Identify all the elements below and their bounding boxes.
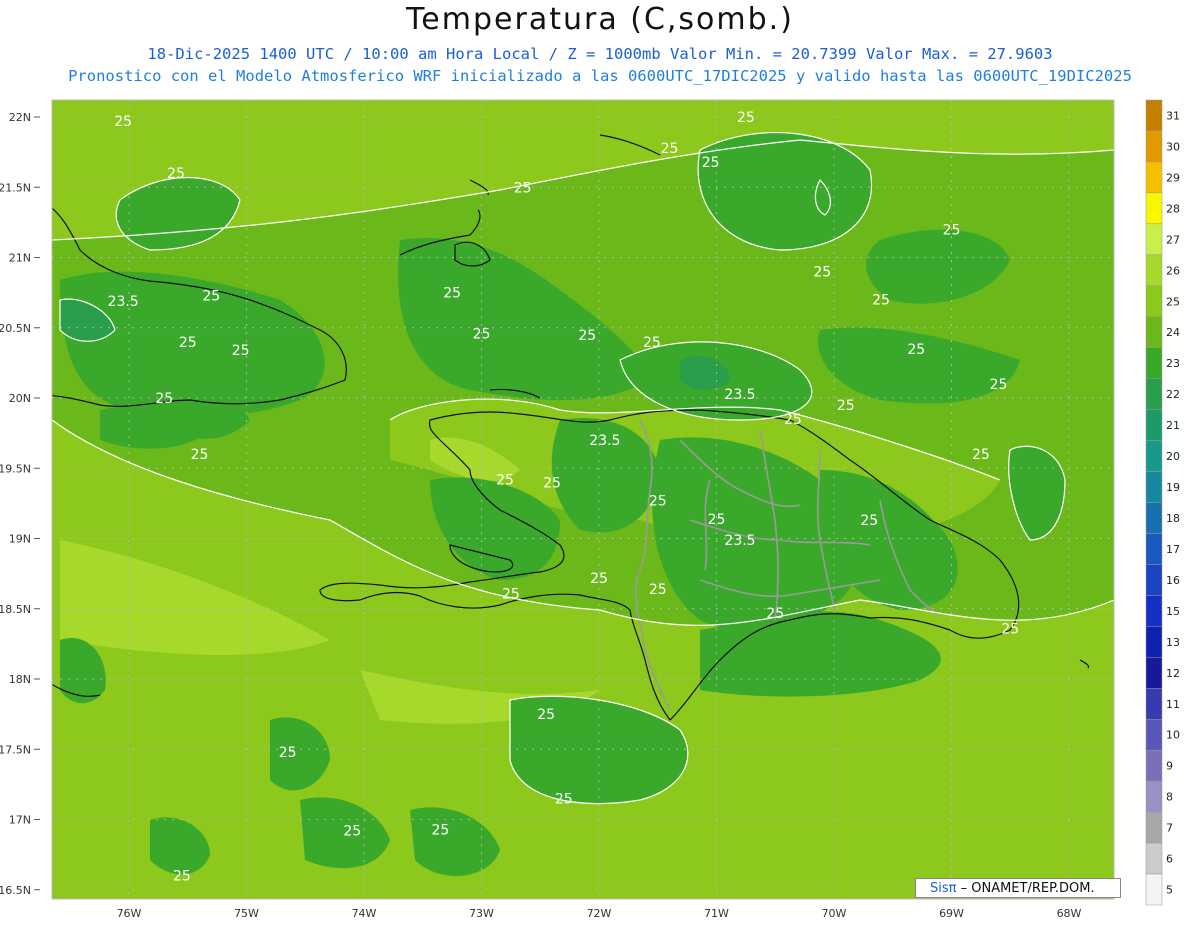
color-swatch	[1145, 192, 1163, 225]
color-scale-label: 18	[1166, 512, 1180, 525]
temperature-color-scale: 31 30 29 28 27 26 25 24 23 22 21 20 19 18 17 16 15 13 12 11…	[1145, 99, 1180, 906]
color-scale-label: 10	[1166, 729, 1180, 742]
color-scale-label: 9	[1166, 760, 1173, 773]
color-scale-label: 31	[1166, 109, 1180, 122]
color-scale-label: 13	[1166, 636, 1180, 649]
color-swatch	[1145, 564, 1163, 596]
color-swatch	[1145, 223, 1163, 256]
color-scale-label: 8	[1166, 791, 1173, 804]
color-swatch	[1145, 347, 1163, 379]
color-scale-label: 16	[1166, 574, 1180, 587]
sispi-logo: Sisπ	[930, 881, 957, 896]
color-scale-label: 11	[1166, 698, 1180, 711]
color-swatch	[1145, 99, 1163, 132]
color-scale-label: 5	[1166, 884, 1173, 897]
color-swatch	[1145, 873, 1163, 906]
color-scale-label: 22	[1166, 388, 1180, 401]
color-swatch	[1145, 130, 1163, 163]
color-scale-label: 24	[1166, 326, 1180, 339]
color-swatch	[1145, 316, 1163, 348]
color-swatch	[1145, 718, 1163, 751]
color-scale-label: 17	[1166, 543, 1180, 556]
color-scale-label: 12	[1166, 667, 1180, 680]
onamet-label: – ONAMET/REP.DOM.	[960, 881, 1095, 896]
color-swatch	[1145, 254, 1163, 287]
color-swatch	[1145, 440, 1163, 472]
color-scale-label: 15	[1166, 605, 1180, 618]
color-scale-label: 6	[1166, 853, 1173, 866]
color-swatch	[1145, 595, 1163, 627]
color-swatch	[1145, 285, 1163, 317]
color-scale-label: 21	[1166, 419, 1180, 432]
color-swatch	[1145, 502, 1163, 534]
color-swatch	[1145, 378, 1163, 410]
color-swatch	[1145, 409, 1163, 441]
color-scale-label: 25	[1166, 295, 1180, 308]
color-scale-label: 23	[1166, 357, 1180, 370]
color-swatch	[1145, 688, 1163, 720]
color-swatch	[1145, 626, 1163, 658]
color-swatch	[1145, 780, 1163, 813]
color-swatch	[1145, 471, 1163, 503]
color-swatch	[1145, 533, 1163, 565]
color-swatch	[1145, 811, 1163, 844]
color-swatch	[1145, 842, 1163, 875]
color-swatch	[1145, 161, 1163, 194]
color-scale-label: 30	[1166, 140, 1180, 153]
color-scale-label: 19	[1166, 481, 1180, 494]
credit-box: Sisπ – ONAMET/REP.DOM.	[915, 878, 1121, 898]
color-scale-label: 20	[1166, 450, 1180, 463]
color-scale-label: 26	[1166, 264, 1180, 277]
color-scale-label: 29	[1166, 171, 1180, 184]
color-scale-label: 27	[1166, 233, 1180, 246]
color-swatch	[1145, 749, 1163, 782]
color-swatch	[1145, 657, 1163, 689]
color-scale-label: 28	[1166, 202, 1180, 215]
color-scale-label: 7	[1166, 822, 1173, 835]
